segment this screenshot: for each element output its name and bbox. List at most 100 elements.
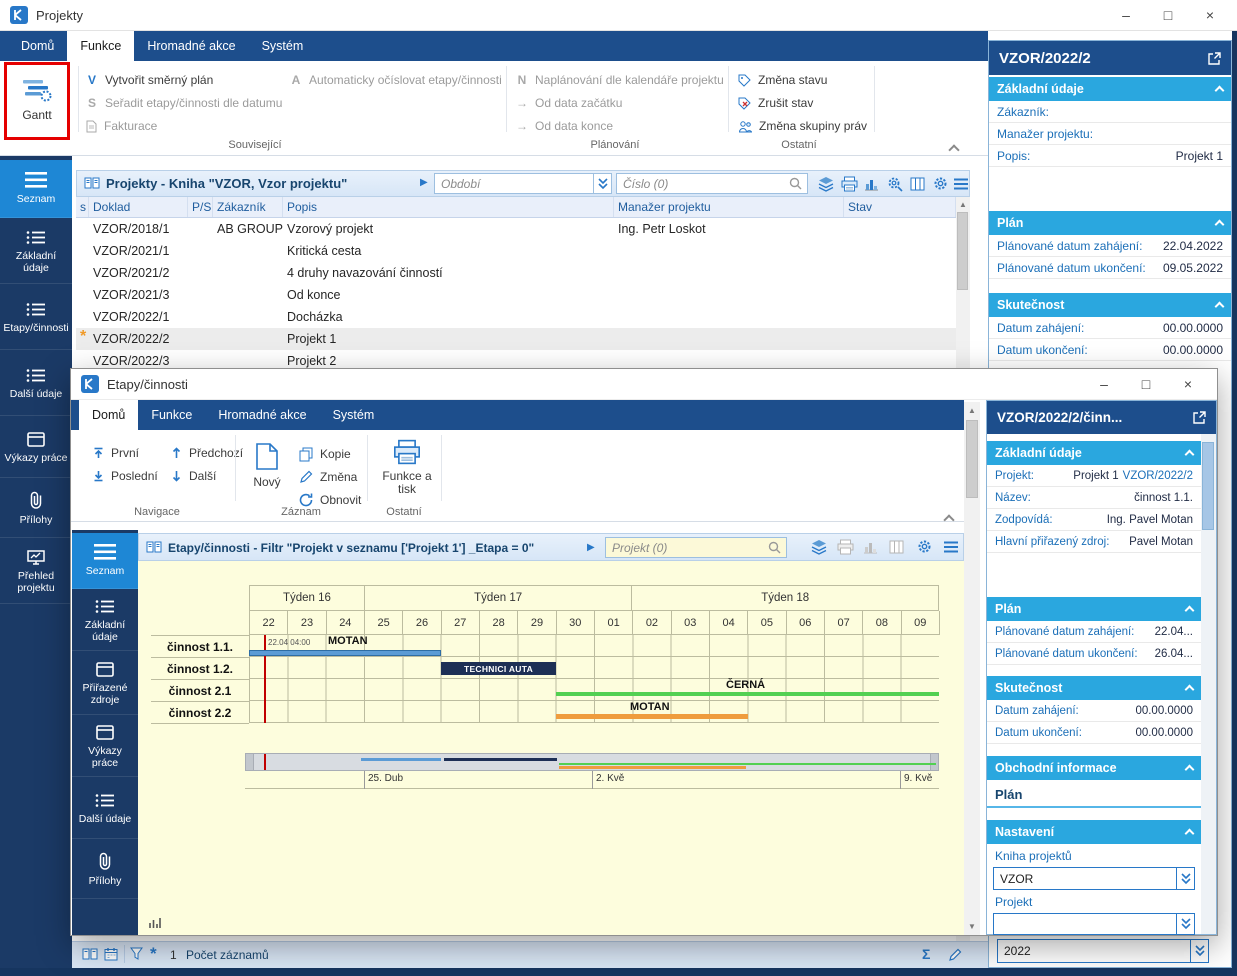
play-icon[interactable]: ▶: [420, 177, 428, 188]
sum-icon[interactable]: Σ: [922, 946, 930, 962]
edit-icon[interactable]: [948, 948, 962, 962]
section-header-obchodni-informace[interactable]: Obchodní informace: [987, 756, 1201, 780]
section-header-zakladni-udaje[interactable]: Základní údaje: [989, 77, 1231, 101]
collapse-icon[interactable]: [1215, 302, 1225, 312]
gantt-bar-cinnost-2-1[interactable]: [556, 692, 939, 696]
table-row[interactable]: VZOR/2021/24 druhy navazování činností: [76, 262, 956, 284]
ribbon-item-seradit-etapy[interactable]: S Seřadit etapy/činnosti dle datumu: [86, 92, 282, 114]
collapse-icon[interactable]: [1185, 685, 1195, 695]
task-label[interactable]: činnost 2.1: [151, 680, 249, 702]
sidebar-item-vykazy-prace[interactable]: Výkazy práce: [0, 418, 72, 478]
collapse-icon[interactable]: [1215, 86, 1225, 96]
collapse-icon[interactable]: [1185, 829, 1195, 839]
book-icon[interactable]: [82, 947, 98, 961]
external-link-icon[interactable]: [1208, 52, 1221, 65]
dropdown-icon[interactable]: [1190, 940, 1208, 962]
gear-icon[interactable]: [917, 539, 932, 554]
asterisk-icon[interactable]: *: [150, 944, 157, 964]
table-row[interactable]: VZOR/2021/3Od konce: [76, 284, 956, 306]
menu-icon[interactable]: [943, 541, 959, 553]
gear-icon[interactable]: [933, 176, 948, 191]
play-icon[interactable]: ▶: [587, 542, 595, 553]
tab-system[interactable]: Systém: [320, 400, 388, 430]
columns-icon[interactable]: [889, 540, 904, 554]
tab-funkce[interactable]: Funkce: [67, 31, 134, 61]
search-settings-icon[interactable]: [887, 176, 903, 192]
filter-icon[interactable]: [130, 947, 143, 960]
minimize-button[interactable]: –: [1083, 371, 1125, 397]
sidebar-item-seznam[interactable]: Seznam: [72, 533, 138, 589]
range-handle-right[interactable]: [930, 754, 938, 770]
ribbon-item-naplanovani-kalendar[interactable]: N Naplánování dle kalendáře projektu: [516, 69, 724, 91]
tab-hromadne-akce[interactable]: Hromadné akce: [205, 400, 319, 430]
project-dropdown[interactable]: [993, 913, 1195, 935]
table-row[interactable]: VZOR/2022/1Docházka: [76, 306, 956, 328]
sidebar-item-prirazene-zdroje[interactable]: Přiřazené zdroje: [72, 653, 138, 715]
ribbon-item-kopie[interactable]: Kopie: [299, 443, 351, 465]
sidebar-item-prehled-projektu[interactable]: Přehled projektu: [0, 540, 72, 604]
sidebar-item-vykazy-prace[interactable]: Výkazy práce: [72, 717, 138, 777]
print-icon[interactable]: [837, 539, 854, 555]
maximize-button[interactable]: □: [1147, 2, 1189, 28]
sidebar-item-seznam[interactable]: Seznam: [0, 160, 72, 218]
table-row[interactable]: VZOR/2021/1Kritická cesta: [76, 240, 956, 262]
collapse-icon[interactable]: [1185, 765, 1195, 775]
chart-icon[interactable]: [863, 540, 878, 554]
print-icon[interactable]: [841, 176, 858, 192]
panel-scrollbar[interactable]: [1201, 434, 1216, 934]
tab-domu[interactable]: Domů: [79, 400, 138, 430]
ribbon-item-zmena[interactable]: Změna: [299, 466, 357, 488]
minimize-button[interactable]: –: [1105, 2, 1147, 28]
column-header-zakaznik[interactable]: Zákazník: [213, 197, 283, 217]
scrollbar-thumb[interactable]: [966, 420, 978, 498]
ribbon-item-zmena-skupiny-prav[interactable]: Změna skupiny práv: [738, 115, 867, 137]
table-row[interactable]: VZOR/2018/1AB GROUPVzorový projektIng. P…: [76, 218, 956, 240]
section-header-skutecnost[interactable]: Skutečnost: [989, 293, 1231, 317]
scale-icon[interactable]: [149, 917, 161, 929]
sidebar-item-zakladni-udaje[interactable]: Základní údaje: [0, 220, 72, 284]
tab-domu[interactable]: Domů: [8, 31, 67, 61]
scroll-down-icon[interactable]: ▼: [964, 922, 980, 931]
ribbon-item-zrusit-stav[interactable]: Zrušit stav: [738, 92, 813, 114]
layers-icon[interactable]: [811, 539, 827, 555]
dropdown-icon[interactable]: [1176, 868, 1194, 889]
column-header-doklad[interactable]: Doklad: [89, 197, 188, 217]
layers-icon[interactable]: [818, 176, 834, 192]
ribbon-item-od-data-konce[interactable]: → Od data konce: [516, 115, 613, 137]
project-filter-input[interactable]: Projekt (0): [605, 537, 787, 558]
column-header-stav[interactable]: Stav: [844, 197, 956, 217]
column-header-manazer[interactable]: Manažer projektu: [614, 197, 844, 217]
table-row-selected[interactable]: *VZOR/2022/2Projekt 1: [76, 328, 956, 350]
dialog-scrollbar[interactable]: ▲ ▼: [964, 402, 980, 935]
section-header-skutecnost[interactable]: Skutečnost: [987, 676, 1201, 700]
ribbon-item-prvni[interactable]: První: [93, 442, 139, 464]
sidebar-item-zakladni-udaje[interactable]: Základní údaje: [72, 591, 138, 651]
project-book-dropdown[interactable]: VZOR: [993, 867, 1195, 890]
gantt-bar-cinnost-2-2[interactable]: [556, 714, 748, 719]
columns-icon[interactable]: [910, 177, 925, 191]
ribbon-item-zmena-stavu[interactable]: Změna stavu: [738, 69, 827, 91]
project-link[interactable]: VZOR/2022/2: [1123, 470, 1193, 482]
sidebar-item-prilohy[interactable]: Přílohy: [0, 480, 72, 538]
ribbon-item-dalsi[interactable]: Další: [171, 465, 216, 487]
sidebar-item-dalsi-udaje[interactable]: Další údaje: [0, 352, 72, 416]
scrollbar-thumb[interactable]: [1202, 442, 1214, 530]
number-filter-input[interactable]: Číslo (0): [616, 173, 808, 194]
section-header-nastaveni[interactable]: Nastavení: [987, 820, 1201, 844]
tab-hromadne-akce[interactable]: Hromadné akce: [134, 31, 248, 61]
menu-icon[interactable]: [953, 178, 969, 190]
column-header-ps[interactable]: P/S: [188, 197, 213, 217]
ribbon-item-od-data-zacatku[interactable]: → Od data začátku: [516, 92, 622, 114]
sidebar-item-dalsi-udaje[interactable]: Další údaje: [72, 779, 138, 839]
tab-system[interactable]: Systém: [249, 31, 317, 61]
period-filter-input[interactable]: Období: [434, 173, 612, 194]
year-dropdown[interactable]: 2022: [997, 939, 1209, 963]
section-header-plan[interactable]: Plán: [989, 211, 1231, 235]
close-button[interactable]: ×: [1189, 2, 1231, 28]
ribbon-item-predchozi[interactable]: Předchozí: [171, 442, 243, 464]
ribbon-item-vytvorit-smerny-plan[interactable]: V Vytvořit směrný plán: [86, 69, 213, 91]
sidebar-item-etapy-cinnosti[interactable]: Etapy/činnosti: [0, 286, 72, 350]
range-handle-left[interactable]: [246, 754, 254, 770]
tab-funkce[interactable]: Funkce: [138, 400, 205, 430]
sidebar-item-prilohy[interactable]: Přílohy: [72, 841, 138, 899]
